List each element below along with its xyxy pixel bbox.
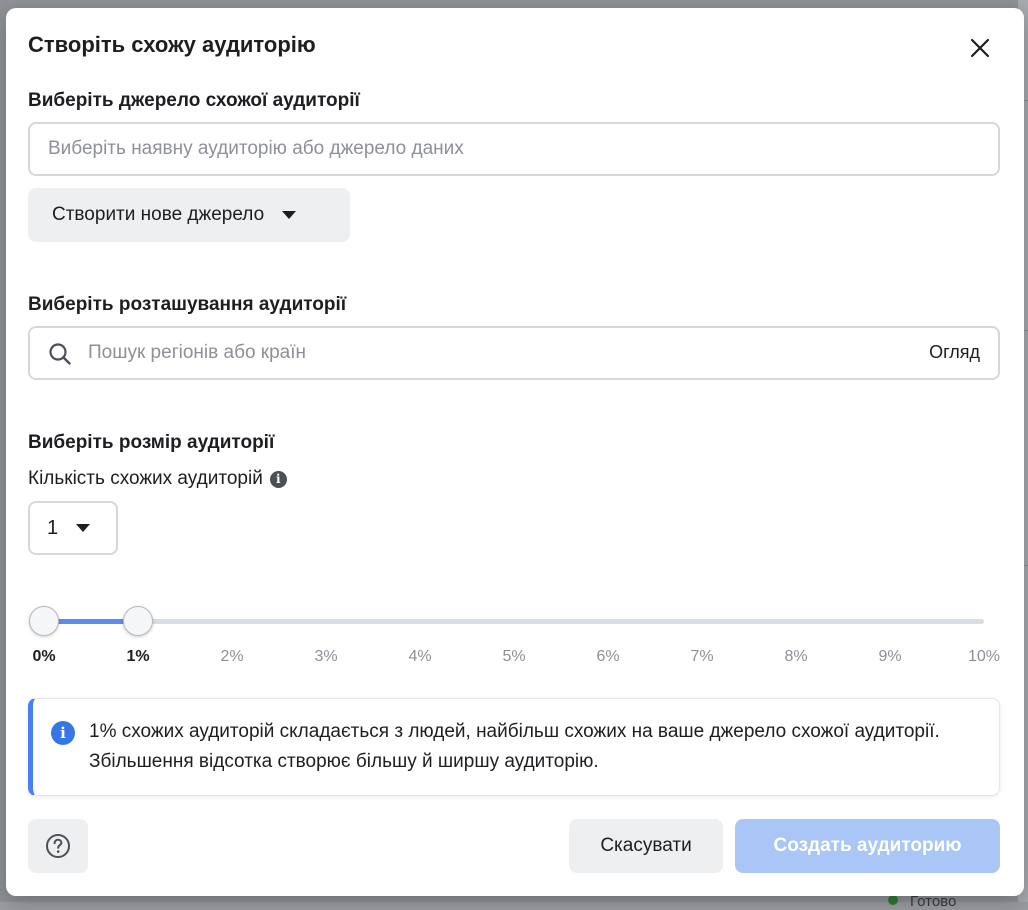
cancel-button[interactable]: Скасувати <box>569 819 723 873</box>
create-new-source-label: Створити нове джерело <box>52 204 265 225</box>
size-section-label: Виберіть розмір аудиторії <box>28 432 275 453</box>
caret-down-icon <box>76 524 91 532</box>
location-input-box: Огляд <box>28 326 1000 380</box>
audience-size-slider-track[interactable] <box>44 619 984 624</box>
slider-tick-label: 1% <box>126 648 150 665</box>
location-section-label: Виберіть розташування аудиторії <box>28 294 347 315</box>
close-icon <box>970 38 990 58</box>
lookalike-audience-dialog: Створіть схожу аудиторію Виберіть джерел… <box>6 8 1024 896</box>
search-icon <box>49 343 71 365</box>
slider-tick-label: 0% <box>32 648 56 665</box>
help-button[interactable] <box>28 819 88 873</box>
slider-tick-label: 8% <box>784 648 808 665</box>
question-mark-icon <box>46 834 70 858</box>
lookalike-count-value: 1 <box>47 516 59 539</box>
slider-tick-label: 3% <box>314 648 338 665</box>
info-banner: i 1% схожих аудиторій складається з люде… <box>28 698 1000 796</box>
lookalike-count-label: Кількість схожих аудиторій i <box>28 468 287 490</box>
location-search-input[interactable] <box>88 328 888 378</box>
lookalike-count-text: Кількість схожих аудиторій <box>28 468 263 489</box>
slider-tick-label: 9% <box>878 648 902 665</box>
caret-down-icon <box>282 211 297 219</box>
slider-tick-label: 5% <box>502 648 526 665</box>
create-new-source-button[interactable]: Створити нове джерело <box>28 188 350 242</box>
background-status-dot <box>888 895 898 905</box>
close-button[interactable] <box>966 34 994 62</box>
source-input[interactable] <box>48 124 948 174</box>
slider-tick-label: 10% <box>967 648 1001 665</box>
slider-tick-label: 6% <box>596 648 620 665</box>
dialog-title: Створіть схожу аудиторію <box>28 32 316 57</box>
lookalike-count-select[interactable]: 1 <box>28 501 118 555</box>
create-audience-button[interactable]: Создать аудиторию <box>735 819 1000 873</box>
slider-tick-label: 7% <box>690 648 714 665</box>
source-section-label: Виберіть джерело схожої аудиторії <box>28 90 360 111</box>
source-input-box <box>28 122 1000 176</box>
info-banner-text: 1% схожих аудиторій складається з людей,… <box>89 721 940 772</box>
info-icon[interactable]: i <box>269 470 287 488</box>
slider-tick-label: 4% <box>408 648 432 665</box>
slider-tick-label: 2% <box>220 648 244 665</box>
browse-link[interactable]: Огляд <box>929 342 980 363</box>
slider-start-handle[interactable] <box>29 606 59 636</box>
info-icon: i <box>51 721 75 745</box>
slider-end-handle[interactable] <box>123 606 153 636</box>
